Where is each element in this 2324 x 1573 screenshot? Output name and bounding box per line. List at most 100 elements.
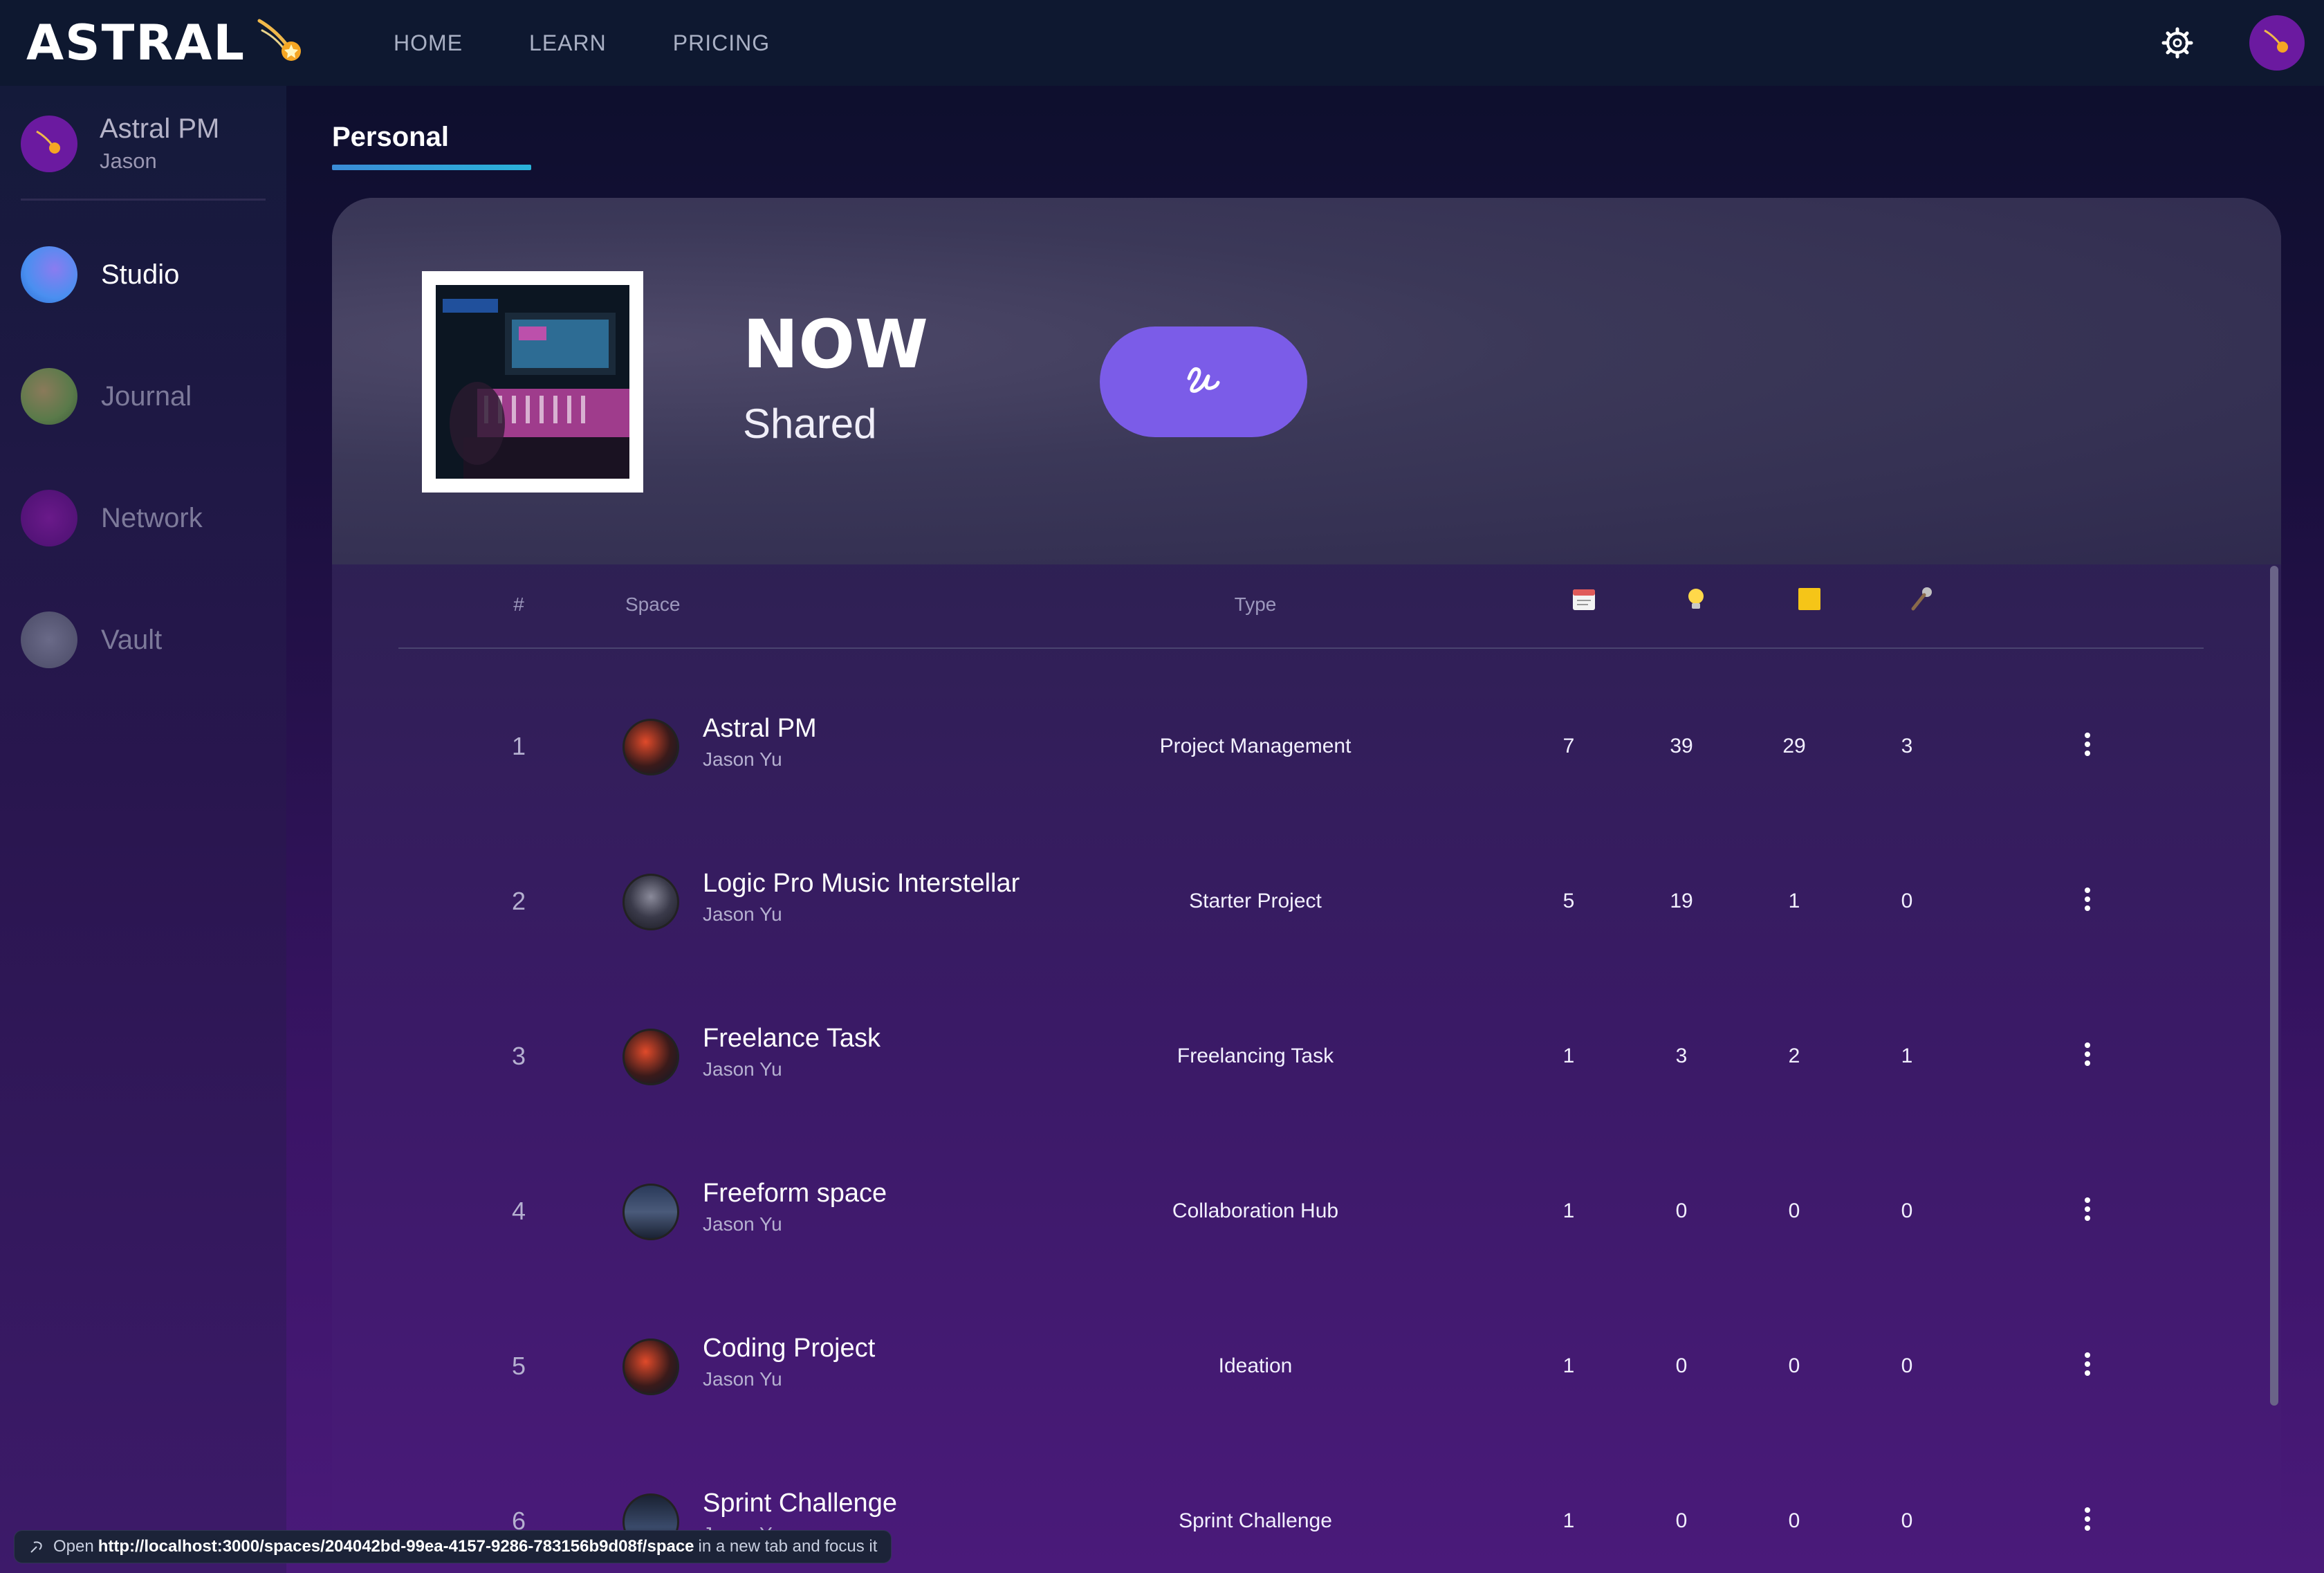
sidebar-item-label: Network xyxy=(101,502,203,533)
space-type: Freelancing Task xyxy=(1177,1045,1334,1067)
vault-icon xyxy=(21,611,77,668)
sidebar-item-network[interactable]: Network xyxy=(21,490,203,546)
table-scrollbar[interactable] xyxy=(2270,566,2278,1406)
row-menu-icon[interactable] xyxy=(2079,1352,2096,1380)
row-menu-icon[interactable] xyxy=(2079,1042,2096,1070)
main-nav: HOME LEARN PRICING xyxy=(394,30,836,56)
nav-learn[interactable]: LEARN xyxy=(529,30,607,56)
idea-count: 19 xyxy=(1670,890,1693,912)
tab-personal[interactable]: Personal xyxy=(332,122,449,153)
space-type: Ideation xyxy=(1218,1354,1293,1377)
row-menu-icon[interactable] xyxy=(2079,1507,2096,1535)
space-name[interactable]: Freeform space xyxy=(703,1179,887,1208)
idea-count: 39 xyxy=(1670,735,1693,757)
profile-name: Astral PM xyxy=(100,113,220,144)
calendar-count: 7 xyxy=(1562,735,1575,757)
brand-name: ASTRAL xyxy=(26,15,246,71)
mic-count: 0 xyxy=(1901,1199,1913,1222)
space-name[interactable]: Astral PM xyxy=(703,714,817,744)
sidebar-item-journal[interactable]: Journal xyxy=(21,368,192,425)
mic-count: 0 xyxy=(1901,1354,1913,1377)
row-index: 5 xyxy=(511,1352,526,1380)
hero-subtitle: Shared xyxy=(743,401,877,447)
space-owner: Jason Yu xyxy=(703,903,782,925)
mic-count: 0 xyxy=(1901,890,1913,912)
row-menu-icon[interactable] xyxy=(2079,1197,2096,1225)
link-status-bar: Open http://localhost:3000/spaces/204042… xyxy=(14,1530,892,1563)
note-count: 0 xyxy=(1788,1199,1800,1222)
table-row[interactable]: 1 Astral PM Jason Yu Project Management … xyxy=(332,667,2281,822)
sidebar-item-vault[interactable]: Vault xyxy=(21,611,162,668)
sidebar-item-studio[interactable]: Studio xyxy=(21,246,179,303)
studio-mixer-image xyxy=(436,285,629,479)
note-count: 0 xyxy=(1788,1354,1800,1377)
network-icon xyxy=(21,490,77,546)
space-type: Starter Project xyxy=(1189,890,1322,912)
calendar-icon xyxy=(1573,589,1595,610)
space-avatar xyxy=(622,1184,679,1240)
nav-pricing[interactable]: PRICING xyxy=(673,30,770,56)
calendar-count: 1 xyxy=(1562,1045,1575,1067)
space-name[interactable]: Freelance Task xyxy=(703,1024,880,1054)
calendar-count: 1 xyxy=(1562,1199,1575,1222)
mic-count: 1 xyxy=(1901,1045,1913,1067)
row-menu-icon[interactable] xyxy=(2079,733,2096,760)
nav-home[interactable]: HOME xyxy=(394,30,463,56)
space-type: Collaboration Hub xyxy=(1172,1199,1339,1222)
space-name[interactable]: Sprint Challenge xyxy=(703,1489,897,1518)
status-prefix: Open xyxy=(53,1537,94,1556)
column-header-type: Type xyxy=(1234,594,1277,615)
row-menu-icon[interactable] xyxy=(2079,887,2096,915)
calendar-count: 1 xyxy=(1562,1354,1575,1377)
table-row[interactable]: 5 Coding Project Jason Yu Ideation 1 0 0… xyxy=(332,1287,2281,1442)
space-avatar xyxy=(622,719,679,775)
note-count: 1 xyxy=(1788,890,1800,912)
status-suffix: in a new tab and focus it xyxy=(698,1537,878,1556)
gear-icon[interactable] xyxy=(2161,26,2194,59)
space-avatar xyxy=(622,1339,679,1395)
scribble-icon xyxy=(1187,367,1220,393)
space-owner: Jason Yu xyxy=(703,1368,782,1390)
row-index: 4 xyxy=(511,1197,526,1225)
note-count: 0 xyxy=(1788,1509,1800,1532)
space-type: Sprint Challenge xyxy=(1179,1509,1332,1532)
sidebar-item-label: Vault xyxy=(101,624,163,655)
note-count: 2 xyxy=(1788,1045,1800,1067)
album-cover xyxy=(422,271,643,493)
brand-logo[interactable]: ASTRAL xyxy=(26,0,308,86)
space-owner: Jason Yu xyxy=(703,1213,782,1235)
studio-icon xyxy=(21,246,77,303)
space-name[interactable]: Logic Pro Music Interstellar xyxy=(703,869,1020,899)
top-navbar: ASTRAL HOME LEARN PRICING xyxy=(0,0,2324,86)
space-avatar xyxy=(622,1029,679,1085)
journal-icon xyxy=(21,368,77,425)
row-index: 1 xyxy=(511,732,526,760)
profile-avatar xyxy=(21,115,77,172)
table-row[interactable]: 4 Freeform space Jason Yu Collaboration … xyxy=(332,1132,2281,1287)
calendar-count: 5 xyxy=(1562,890,1575,912)
space-name[interactable]: Coding Project xyxy=(703,1334,875,1363)
comet-icon xyxy=(36,130,60,154)
sidebar-divider xyxy=(21,199,266,201)
idea-count: 3 xyxy=(1675,1045,1688,1067)
sidebar-item-label: Studio xyxy=(101,259,180,290)
idea-count: 0 xyxy=(1675,1354,1688,1377)
scribble-action-button[interactable] xyxy=(1100,326,1307,437)
column-header-num: # xyxy=(513,594,524,615)
sidebar-item-label: Journal xyxy=(101,380,192,412)
comet-icon xyxy=(2264,29,2288,53)
space-avatar xyxy=(622,874,679,930)
status-url: http://localhost:3000/spaces/204042bd-99… xyxy=(98,1537,694,1556)
table-row[interactable]: 3 Freelance Task Jason Yu Freelancing Ta… xyxy=(332,977,2281,1132)
user-avatar[interactable] xyxy=(2249,15,2305,71)
profile-text: Astral PM Jason xyxy=(100,113,219,174)
hero-header: NOW Shared xyxy=(332,198,2281,564)
link-status-icon xyxy=(30,1541,42,1553)
table-row[interactable]: 2 Logic Pro Music Interstellar Jason Yu … xyxy=(332,822,2281,977)
sidebar: Astral PM Jason Studio Journal Network V… xyxy=(0,86,286,1573)
calendar-count: 1 xyxy=(1562,1509,1575,1532)
row-index: 2 xyxy=(511,887,526,915)
space-type: Project Management xyxy=(1159,735,1352,757)
lightbulb-icon xyxy=(1688,589,1704,609)
profile-card[interactable]: Astral PM Jason xyxy=(21,113,286,174)
